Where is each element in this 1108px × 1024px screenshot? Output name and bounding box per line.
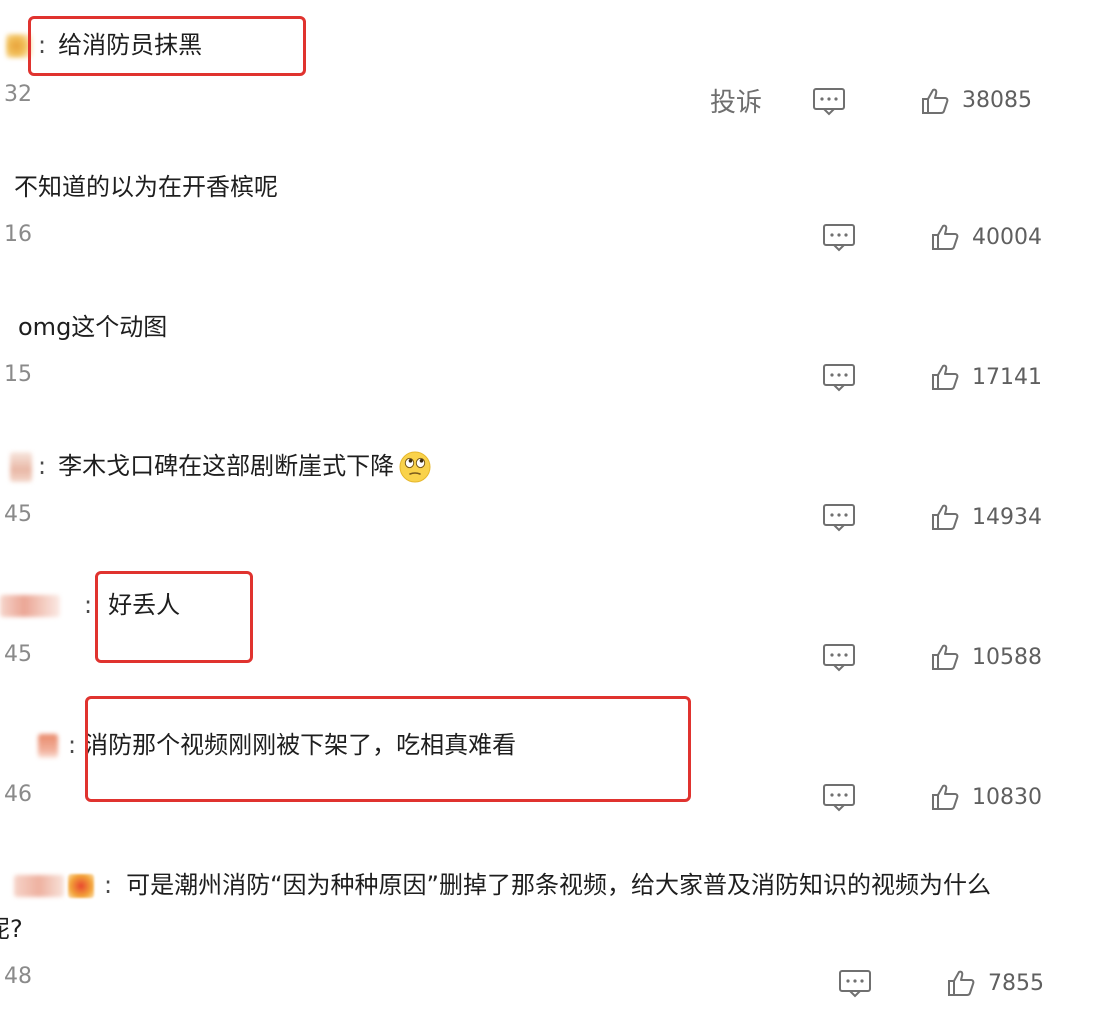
comment-bubble-icon[interactable] — [838, 968, 872, 998]
comment-actions: 17141 — [822, 362, 1042, 392]
comment-time: 45 — [4, 642, 32, 667]
like-count: 38085 — [962, 88, 1033, 113]
thumbs-up-icon[interactable] — [930, 362, 960, 392]
comment-bubble-icon[interactable] — [822, 502, 856, 532]
eye-roll-face-icon — [399, 451, 431, 483]
thumbs-up-icon[interactable] — [930, 782, 960, 812]
like-count: 40004 — [972, 224, 1042, 250]
highlight-box — [85, 696, 691, 802]
thumbs-up-icon[interactable] — [946, 968, 976, 998]
like-count: 10588 — [972, 644, 1042, 670]
comment-bubble-icon[interactable] — [812, 86, 846, 116]
like-count: 17141 — [972, 364, 1042, 390]
avatar[interactable] — [10, 452, 32, 482]
separator: : — [68, 731, 77, 759]
like-count: 10830 — [972, 784, 1042, 810]
separator: : — [38, 452, 47, 480]
comment-text: 不知道的以为在开香槟呢 — [14, 173, 278, 201]
report-button[interactable]: 投诉 — [710, 82, 762, 119]
comment-time: 48 — [4, 964, 32, 989]
comment-actions: 投诉 38085 — [710, 82, 1032, 119]
thumbs-up-icon[interactable] — [920, 86, 950, 116]
comment-actions: 10588 — [822, 642, 1042, 672]
comment-time: 45 — [4, 502, 32, 527]
comment-body: : 李木戈口碑在这部剧断崖式下降 — [10, 450, 432, 484]
like-count: 7855 — [988, 970, 1044, 996]
comment-time: 16 — [4, 222, 32, 247]
badge-icon — [68, 874, 94, 898]
thumbs-up-icon[interactable] — [930, 502, 960, 532]
avatar[interactable] — [38, 734, 58, 758]
comment-item: 不知道的以为在开香槟呢 16 40004 — [0, 140, 1108, 280]
comment-body-continued: 呢? — [0, 914, 23, 944]
comment-body: : 可是潮州消防“因为种种原因”删掉了那条视频，给大家普及消防知识的视频为什么 — [14, 870, 991, 900]
highlight-box — [95, 571, 253, 663]
comment-bubble-icon[interactable] — [822, 222, 856, 252]
comment-text: omg这个动图 — [18, 313, 168, 341]
comment-text-line2: 呢? — [0, 915, 23, 943]
comment-time: 15 — [4, 362, 32, 387]
comment-item: : 李木戈口碑在这部剧断崖式下降 45 14934 — [0, 420, 1108, 560]
highlight-box — [28, 16, 306, 76]
comment-bubble-icon[interactable] — [822, 782, 856, 812]
comment-time: 46 — [4, 782, 32, 807]
avatar[interactable] — [14, 875, 64, 897]
thumbs-up-icon[interactable] — [930, 222, 960, 252]
comment-actions: 7855 — [838, 968, 1058, 998]
comment-bubble-icon[interactable] — [822, 642, 856, 672]
comment-text: 可是潮州消防“因为种种原因”删掉了那条视频，给大家普及消防知识的视频为什么 — [126, 871, 991, 899]
separator: : — [84, 591, 93, 619]
thumbs-up-icon[interactable] — [930, 642, 960, 672]
comment-actions: 14934 — [822, 502, 1042, 532]
comment-time: 32 — [4, 82, 32, 107]
comment-item: : 可是潮州消防“因为种种原因”删掉了那条视频，给大家普及消防知识的视频为什么 呢… — [0, 840, 1108, 1024]
comment-actions: 40004 — [822, 222, 1042, 252]
avatar[interactable] — [0, 595, 60, 617]
comment-bubble-icon[interactable] — [822, 362, 856, 392]
comment-actions: 10830 — [822, 782, 1042, 812]
comment-item: omg这个动图 15 17141 — [0, 280, 1108, 420]
like-count: 14934 — [972, 504, 1042, 530]
comment-text: 李木戈口碑在这部剧断崖式下降 — [58, 452, 395, 480]
comment-body: omg这个动图 — [18, 312, 167, 342]
comment-body: 不知道的以为在开香槟呢 — [14, 172, 278, 202]
comments-page: { "comments": [ { "text": "给消防员抹黑", "tim… — [0, 0, 1108, 1024]
separator: : — [104, 871, 113, 899]
